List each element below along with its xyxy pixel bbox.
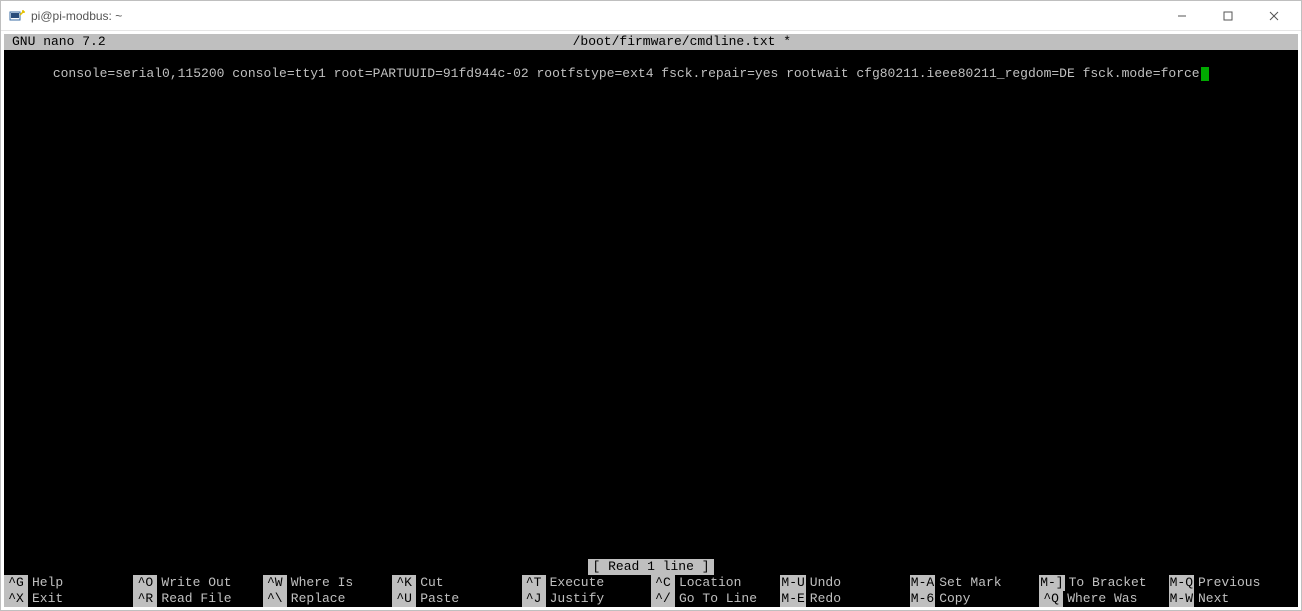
shortcut-key: ^C: [651, 575, 675, 591]
window-controls: [1159, 2, 1297, 30]
shortcut-key: M-]: [1039, 575, 1064, 591]
shortcut-label: Redo: [806, 591, 841, 607]
shortcut-key: ^K: [392, 575, 416, 591]
shortcut-item: ^TExecute: [522, 575, 651, 591]
maximize-button[interactable]: [1205, 2, 1251, 30]
nano-file-path: /boot/firmware/cmdline.txt *: [106, 34, 1258, 50]
shortcut-item: ^OWrite Out: [133, 575, 262, 591]
shortcut-item: ^\Replace: [263, 591, 392, 607]
shortcut-label: Next: [1194, 591, 1229, 607]
shortcut-label: Cut: [416, 575, 443, 591]
shortcut-item: M-6Copy: [910, 591, 1039, 607]
shortcut-label: Previous: [1194, 575, 1260, 591]
shortcut-key: ^/: [651, 591, 675, 607]
shortcut-item: ^XExit: [4, 591, 133, 607]
minimize-button[interactable]: [1159, 2, 1205, 30]
shortcut-item: ^KCut: [392, 575, 521, 591]
shortcut-label: Go To Line: [675, 591, 757, 607]
shortcut-key: ^R: [133, 591, 157, 607]
shortcut-label: Location: [675, 575, 741, 591]
shortcut-item: ^CLocation: [651, 575, 780, 591]
nano-app-name: GNU nano 7.2: [4, 34, 106, 50]
putty-icon: [9, 8, 25, 24]
shortcut-key: ^Q: [1039, 591, 1063, 607]
shortcut-item: ^RRead File: [133, 591, 262, 607]
shortcut-key: M-Q: [1169, 575, 1194, 591]
shortcut-item: ^QWhere Was: [1039, 591, 1168, 607]
terminal-area[interactable]: GNU nano 7.2 /boot/firmware/cmdline.txt …: [4, 34, 1298, 607]
nano-titlebar: GNU nano 7.2 /boot/firmware/cmdline.txt …: [4, 34, 1298, 50]
shortcut-label: Replace: [287, 591, 346, 607]
shortcut-label: Where Is: [287, 575, 353, 591]
shortcut-item: M-ASet Mark: [910, 575, 1039, 591]
editor-area[interactable]: console=serial0,115200 console=tty1 root…: [4, 50, 1298, 559]
close-button[interactable]: [1251, 2, 1297, 30]
shortcut-item: ^UPaste: [392, 591, 521, 607]
shortcut-label: Read File: [157, 591, 231, 607]
shortcut-item: M-QPrevious: [1169, 575, 1298, 591]
shortcut-label: Justify: [546, 591, 605, 607]
shortcut-label: Undo: [806, 575, 841, 591]
shortcut-key: ^W: [263, 575, 287, 591]
shortcut-label: Where Was: [1063, 591, 1137, 607]
shortcut-key: ^O: [133, 575, 157, 591]
shortcut-label: Copy: [935, 591, 970, 607]
shortcut-help: ^GHelp^OWrite Out^WWhere Is^KCut^TExecut…: [4, 575, 1298, 607]
shortcut-label: To Bracket: [1065, 575, 1147, 591]
shortcut-label: Paste: [416, 591, 459, 607]
text-cursor: [1201, 67, 1209, 81]
shortcut-item: M-ERedo: [780, 591, 909, 607]
shortcut-key: M-E: [780, 591, 805, 607]
shortcut-item: M-WNext: [1169, 591, 1298, 607]
shortcut-label: Set Mark: [935, 575, 1001, 591]
shortcut-key: ^U: [392, 591, 416, 607]
shortcut-key: M-U: [780, 575, 805, 591]
shortcut-key: M-6: [910, 591, 935, 607]
shortcut-item: ^GHelp: [4, 575, 133, 591]
window-titlebar[interactable]: pi@pi-modbus: ~: [1, 1, 1301, 31]
shortcut-key: ^G: [4, 575, 28, 591]
shortcut-key: ^J: [522, 591, 546, 607]
shortcut-item: ^WWhere Is: [263, 575, 392, 591]
shortcut-label: Exit: [28, 591, 63, 607]
app-window: pi@pi-modbus: ~ GNU nano 7.2 /boot/firmw…: [0, 0, 1302, 611]
shortcut-item: ^JJustify: [522, 591, 651, 607]
shortcut-item: M-]To Bracket: [1039, 575, 1168, 591]
status-line: [ Read 1 line ]: [4, 559, 1298, 575]
shortcut-key: M-W: [1169, 591, 1194, 607]
shortcut-label: Write Out: [157, 575, 231, 591]
shortcut-key: ^X: [4, 591, 28, 607]
shortcut-key: ^\: [263, 591, 287, 607]
window-title: pi@pi-modbus: ~: [31, 9, 1159, 23]
shortcut-item: ^/Go To Line: [651, 591, 780, 607]
shortcut-key: ^T: [522, 575, 546, 591]
shortcut-label: Execute: [546, 575, 605, 591]
editor-content-line[interactable]: console=serial0,115200 console=tty1 root…: [53, 66, 1200, 81]
shortcut-label: Help: [28, 575, 63, 591]
shortcut-item: M-UUndo: [780, 575, 909, 591]
shortcut-key: M-A: [910, 575, 935, 591]
status-message: [ Read 1 line ]: [588, 559, 713, 575]
